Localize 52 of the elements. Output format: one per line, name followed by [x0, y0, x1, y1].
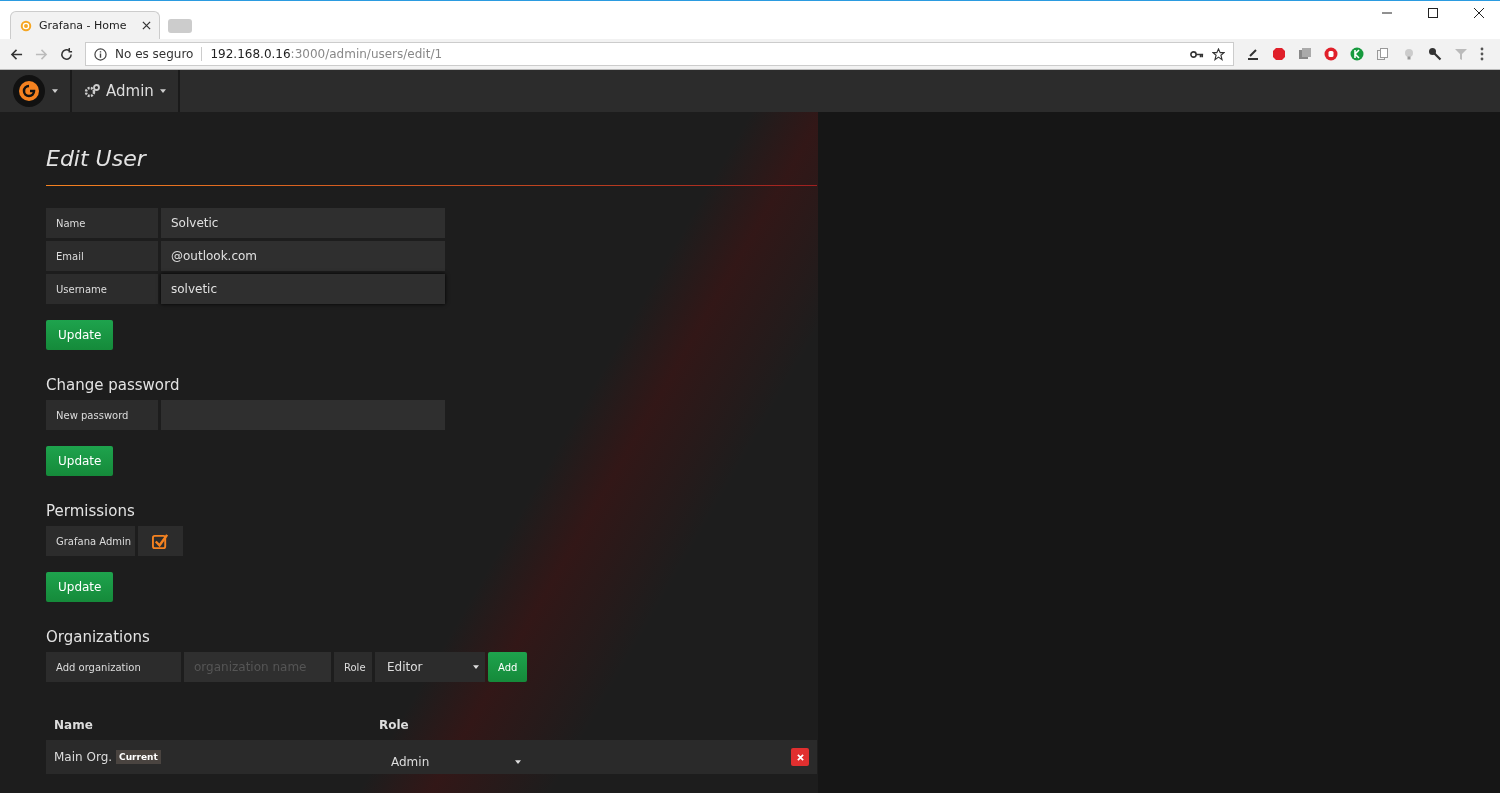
gears-icon	[84, 84, 100, 98]
stop-sign-icon[interactable]	[1272, 47, 1286, 61]
current-badge: Current	[116, 750, 161, 764]
caret-icon	[159, 89, 166, 93]
column-header: Role	[379, 718, 409, 732]
page-title: Edit User	[46, 146, 146, 171]
organization-name: Main Org.	[54, 750, 113, 764]
role-dropdown[interactable]: Editor	[375, 652, 485, 682]
remove-button[interactable]	[791, 748, 809, 766]
field-label: Add organization	[46, 652, 181, 682]
star-icon[interactable]	[1212, 47, 1225, 61]
checkmark-icon	[152, 532, 169, 550]
update-button[interactable]: Update	[46, 320, 114, 350]
caret-icon	[52, 89, 58, 93]
text-field[interactable]: @outlook.com	[161, 241, 445, 271]
update-button[interactable]: Update	[46, 446, 114, 476]
section-heading: Change password	[46, 376, 180, 394]
menu-icon[interactable]	[1480, 47, 1484, 61]
update-button[interactable]: Update	[46, 572, 114, 602]
checkbox[interactable]	[138, 526, 183, 556]
key-icon[interactable]	[1190, 49, 1204, 59]
close-icon[interactable]	[1474, 8, 1484, 18]
caret-icon	[515, 760, 521, 764]
grafana-logo-icon	[12, 74, 46, 108]
copy-icon[interactable]	[1376, 47, 1390, 61]
reload-icon[interactable]	[60, 47, 73, 61]
field-label: Email	[46, 241, 158, 271]
tab-title: Grafana - Home	[39, 19, 128, 32]
info-icon	[94, 47, 107, 61]
close-icon	[796, 753, 804, 761]
maximize-icon[interactable]	[1428, 8, 1438, 18]
add-button[interactable]: Add	[488, 652, 528, 682]
close-icon[interactable]	[142, 21, 151, 30]
text-field[interactable]: solvetic	[161, 274, 445, 304]
field-label: Grafana Admin	[46, 526, 135, 556]
field-label: New password	[46, 400, 158, 430]
caret-icon	[473, 665, 479, 669]
grafana-logo-icon	[19, 18, 33, 33]
section-heading: Permissions	[46, 502, 135, 520]
field-label: Name	[46, 208, 158, 238]
text-field[interactable]: Solvetic	[161, 208, 445, 238]
browser-tab[interactable]: Grafana - Home	[10, 11, 160, 39]
back-arrow-icon[interactable]	[10, 47, 23, 61]
address-bar[interactable]: No es seguro 192.168.0.16:3000/admin/users/edit/1	[85, 42, 1234, 66]
column-header: Name	[54, 718, 94, 732]
security-label: No es seguro	[115, 47, 203, 61]
field-label: Role	[334, 652, 372, 682]
field-label: Username	[46, 274, 158, 304]
role-dropdown[interactable]: Admin	[379, 745, 521, 769]
url-text: 192.168.0.16:3000/admin/users/edit/1	[210, 47, 443, 61]
wrench-icon[interactable]	[1428, 47, 1442, 61]
section-heading: Organizations	[46, 628, 150, 646]
